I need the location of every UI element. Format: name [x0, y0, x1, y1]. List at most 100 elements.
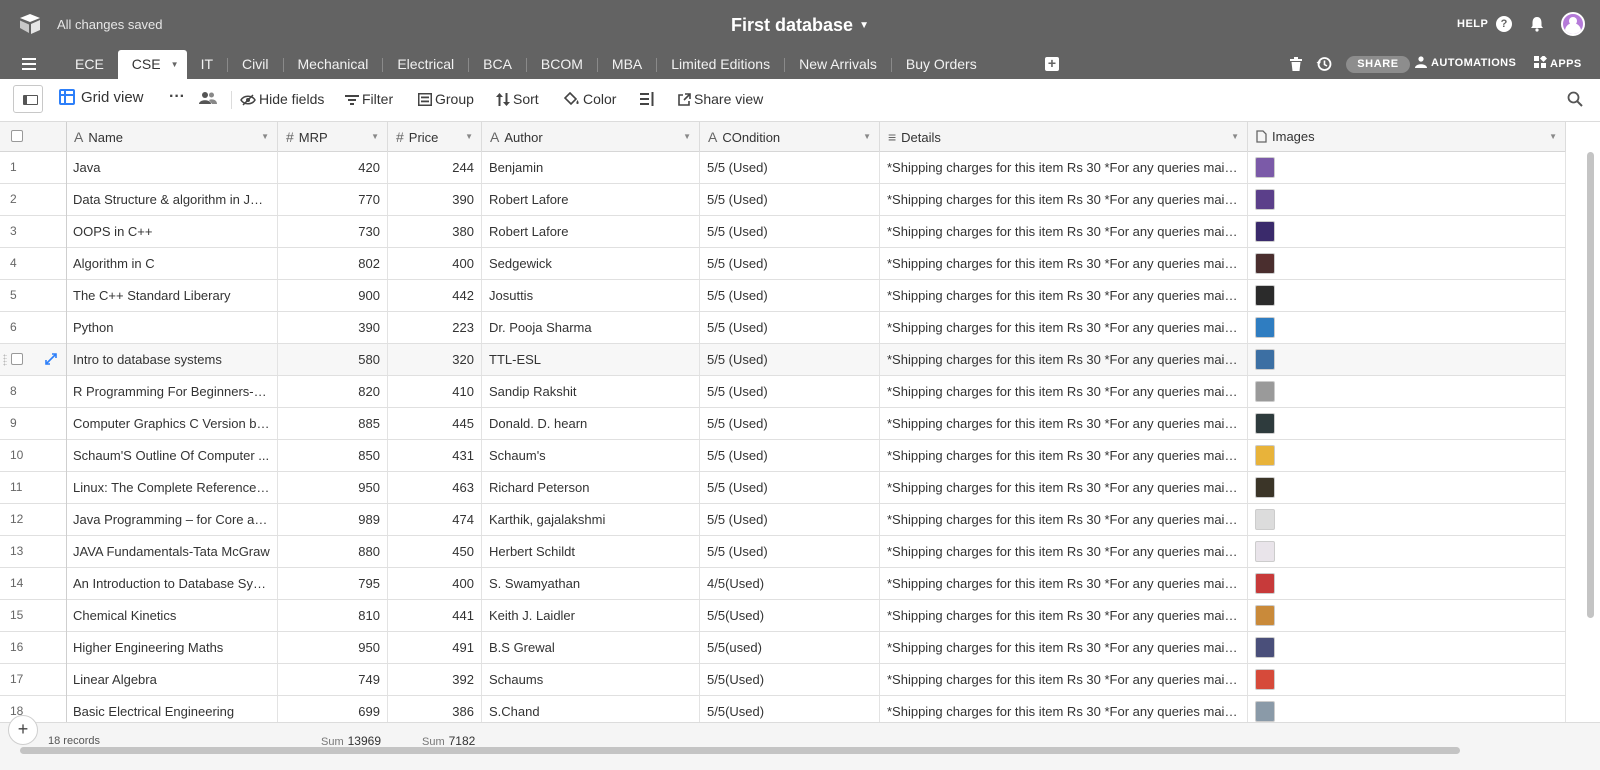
cell-details[interactable]: *Shipping charges for this item Rs 30 *F…: [880, 408, 1248, 439]
cell-images[interactable]: [1248, 632, 1566, 663]
cell-mrp[interactable]: 950: [278, 472, 388, 503]
cell-condition[interactable]: 5/5 (Used): [700, 152, 880, 183]
cell-mrp[interactable]: 390: [278, 312, 388, 343]
chevron-down-icon[interactable]: ▼: [371, 122, 379, 152]
apps-button[interactable]: APPS: [1534, 56, 1582, 70]
cell-name[interactable]: Data Structure & algorithm in Java: [66, 184, 278, 215]
cell-price[interactable]: 400: [388, 248, 482, 279]
cell-author[interactable]: Sedgewick: [482, 248, 700, 279]
cell-details[interactable]: *Shipping charges for this item Rs 30 *F…: [880, 216, 1248, 247]
vertical-scrollbar[interactable]: [1587, 152, 1594, 618]
cell-condition[interactable]: 5/5 (Used): [700, 248, 880, 279]
cell-author[interactable]: S. Swamyathan: [482, 568, 700, 599]
table-row[interactable]: 1 Java 420 244 Benjamin 5/5 (Used) *Shipping c…: [0, 152, 1566, 184]
cell-author[interactable]: Dr. Pooja Sharma: [482, 312, 700, 343]
cell-mrp[interactable]: 989: [278, 504, 388, 535]
cell-name[interactable]: R Programming For Beginners-Ta...: [66, 376, 278, 407]
automations-button[interactable]: AUTOMATIONS: [1414, 56, 1516, 69]
cell-images[interactable]: [1248, 248, 1566, 279]
row-checkbox[interactable]: [11, 353, 23, 365]
cell-images[interactable]: [1248, 408, 1566, 439]
cell-condition[interactable]: 5/5(used): [700, 632, 880, 663]
cell-name[interactable]: Higher Engineering Maths: [66, 632, 278, 663]
hamburger-menu-icon[interactable]: [22, 58, 36, 70]
cell-details[interactable]: *Shipping charges for this item Rs 30 *F…: [880, 344, 1248, 375]
image-thumbnail[interactable]: [1255, 605, 1275, 626]
table-row[interactable]: 13 JAVA Fundamentals-Tata McGraw 880 450 Her…: [0, 536, 1566, 568]
cell-images[interactable]: [1248, 152, 1566, 183]
cell-price[interactable]: 380: [388, 216, 482, 247]
cell-author[interactable]: Schaums: [482, 664, 700, 695]
cell-price[interactable]: 450: [388, 536, 482, 567]
cell-author[interactable]: Robert Lafore: [482, 216, 700, 247]
tab-ece[interactable]: ECE: [61, 50, 118, 79]
cell-details[interactable]: *Shipping charges for this item Rs 30 *F…: [880, 600, 1248, 631]
cell-mrp[interactable]: 795: [278, 568, 388, 599]
tab-it[interactable]: IT: [187, 50, 227, 79]
cell-price[interactable]: 390: [388, 184, 482, 215]
cell-images[interactable]: [1248, 184, 1566, 215]
cell-author[interactable]: B.S Grewal: [482, 632, 700, 663]
cell-images[interactable]: [1248, 440, 1566, 471]
table-row[interactable]: Intro to database systems 580 320 TTL-ESL 5/…: [0, 344, 1566, 376]
table-row[interactable]: 11 Linux: The Complete Reference-T... 950 4…: [0, 472, 1566, 504]
image-thumbnail[interactable]: [1255, 349, 1275, 370]
tab-mba[interactable]: MBA: [598, 50, 656, 79]
cell-condition[interactable]: 5/5 (Used): [700, 216, 880, 247]
collaborators-icon[interactable]: [199, 91, 217, 105]
cell-mrp[interactable]: 880: [278, 536, 388, 567]
cell-author[interactable]: Josuttis: [482, 280, 700, 311]
cell-price[interactable]: 410: [388, 376, 482, 407]
table-row[interactable]: 6 Python 390 223 Dr. Pooja Sharma 5/5 (Used) *…: [0, 312, 1566, 344]
cell-condition[interactable]: 4/5(Used): [700, 568, 880, 599]
table-row[interactable]: 9 Computer Graphics C Version by ... 885 44…: [0, 408, 1566, 440]
mrp-summary[interactable]: Sum 13969: [321, 734, 381, 748]
table-row[interactable]: 12 Java Programming – for Core an... 989 47…: [0, 504, 1566, 536]
cell-author[interactable]: Robert Lafore: [482, 184, 700, 215]
database-title[interactable]: First database ▼: [0, 15, 1600, 36]
table-row[interactable]: 2 Data Structure & algorithm in Java 770 39…: [0, 184, 1566, 216]
chevron-down-icon[interactable]: ▼: [1231, 122, 1239, 152]
cell-author[interactable]: Donald. D. hearn: [482, 408, 700, 439]
cell-name[interactable]: Java: [66, 152, 278, 183]
cell-images[interactable]: [1248, 696, 1566, 722]
tab-bca[interactable]: BCA: [469, 50, 526, 79]
price-summary[interactable]: Sum 7182: [422, 734, 475, 748]
cell-condition[interactable]: 5/5 (Used): [700, 440, 880, 471]
cell-condition[interactable]: 5/5 (Used): [700, 376, 880, 407]
cell-condition[interactable]: 5/5 (Used): [700, 312, 880, 343]
chevron-down-icon[interactable]: ▼: [465, 122, 473, 152]
drag-handle-icon[interactable]: [3, 354, 7, 366]
image-thumbnail[interactable]: [1255, 189, 1275, 210]
chevron-down-icon[interactable]: ▼: [261, 122, 269, 152]
add-table-icon[interactable]: +: [1045, 56, 1059, 71]
cell-details[interactable]: *Shipping charges for this item Rs 30 *F…: [880, 568, 1248, 599]
filter-button[interactable]: Filter: [345, 91, 393, 107]
table-row[interactable]: 18 Basic Electrical Engineering 699 386 S.Ch…: [0, 696, 1566, 722]
color-button[interactable]: Color: [564, 91, 616, 107]
cell-condition[interactable]: 5/5 (Used): [700, 184, 880, 215]
image-thumbnail[interactable]: [1255, 317, 1275, 338]
image-thumbnail[interactable]: [1255, 445, 1275, 466]
table-row[interactable]: 17 Linear Algebra 749 392 Schaums 5/5(Used) *S…: [0, 664, 1566, 696]
chevron-down-icon[interactable]: ▼: [863, 122, 871, 152]
cell-condition[interactable]: 5/5 (Used): [700, 280, 880, 311]
cell-price[interactable]: 463: [388, 472, 482, 503]
cell-condition[interactable]: 5/5(Used): [700, 696, 880, 722]
column-header-images[interactable]: Images ▼: [1248, 122, 1566, 152]
history-icon[interactable]: [1316, 56, 1332, 72]
cell-name[interactable]: Computer Graphics C Version by ...: [66, 408, 278, 439]
cell-mrp[interactable]: 820: [278, 376, 388, 407]
cell-author[interactable]: Richard Peterson: [482, 472, 700, 503]
cell-price[interactable]: 445: [388, 408, 482, 439]
cell-condition[interactable]: 5/5 (Used): [700, 344, 880, 375]
view-switcher[interactable]: Grid view: [59, 89, 144, 106]
cell-details[interactable]: *Shipping charges for this item Rs 30 *F…: [880, 440, 1248, 471]
cell-mrp[interactable]: 730: [278, 216, 388, 247]
sort-button[interactable]: Sort: [496, 91, 539, 107]
image-thumbnail[interactable]: [1255, 381, 1275, 402]
cell-images[interactable]: [1248, 344, 1566, 375]
cell-details[interactable]: *Shipping charges for this item Rs 30 *F…: [880, 280, 1248, 311]
cell-images[interactable]: [1248, 504, 1566, 535]
search-icon[interactable]: [1567, 91, 1583, 107]
